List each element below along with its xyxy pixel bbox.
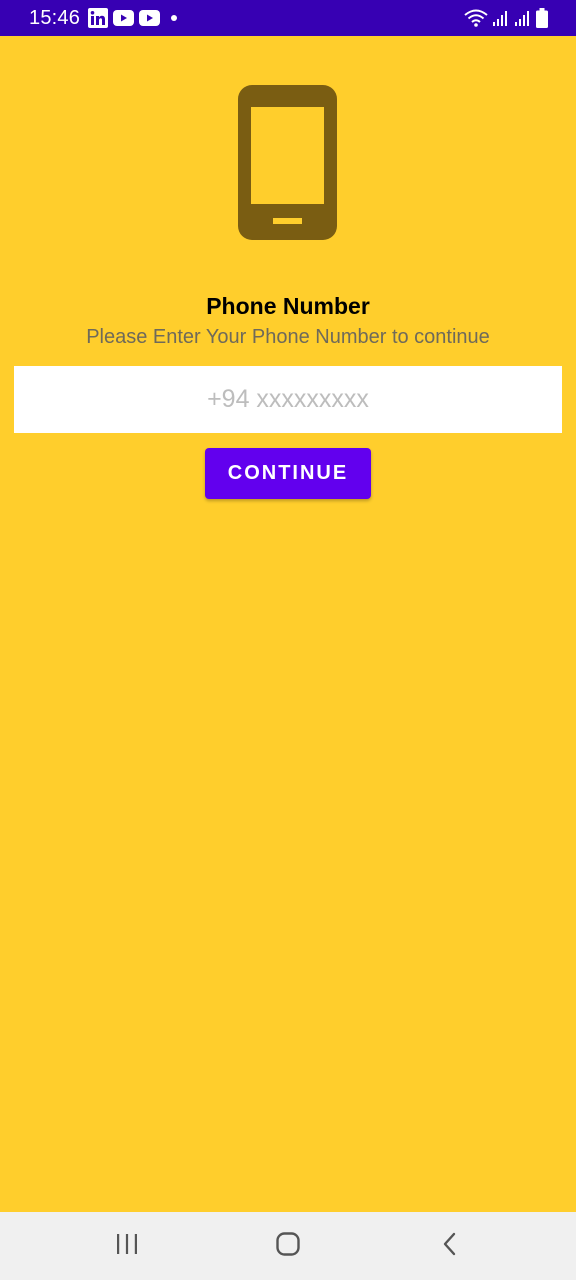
page-title: Phone Number (206, 293, 370, 319)
navigation-bar (0, 1212, 576, 1280)
youtube-icon (139, 10, 161, 26)
back-button[interactable] (410, 1212, 490, 1280)
continue-button[interactable]: CONTINUE (205, 448, 371, 499)
recents-button[interactable] (87, 1212, 167, 1280)
signal-icon (514, 9, 532, 27)
phone-number-input[interactable] (14, 366, 562, 433)
smartphone-icon (238, 85, 337, 240)
dot-icon (171, 15, 178, 21)
home-icon (276, 1231, 300, 1261)
page-subtitle: Please Enter Your Phone Number to contin… (86, 326, 490, 348)
signal-icon (492, 9, 510, 27)
system-icons (464, 8, 548, 28)
battery-icon (536, 8, 548, 28)
linkedin-icon (88, 8, 109, 28)
wifi-icon (464, 8, 488, 28)
home-button[interactable] (248, 1212, 328, 1280)
phone-number-screen: Phone Number Please Enter Your Phone Num… (0, 36, 576, 1212)
status-bar: 15:46 (0, 0, 576, 36)
notification-icons (88, 8, 178, 28)
youtube-icon (113, 10, 135, 26)
status-time: 15:46 (29, 6, 81, 29)
recents-icon (115, 1233, 139, 1260)
back-icon (442, 1232, 458, 1261)
